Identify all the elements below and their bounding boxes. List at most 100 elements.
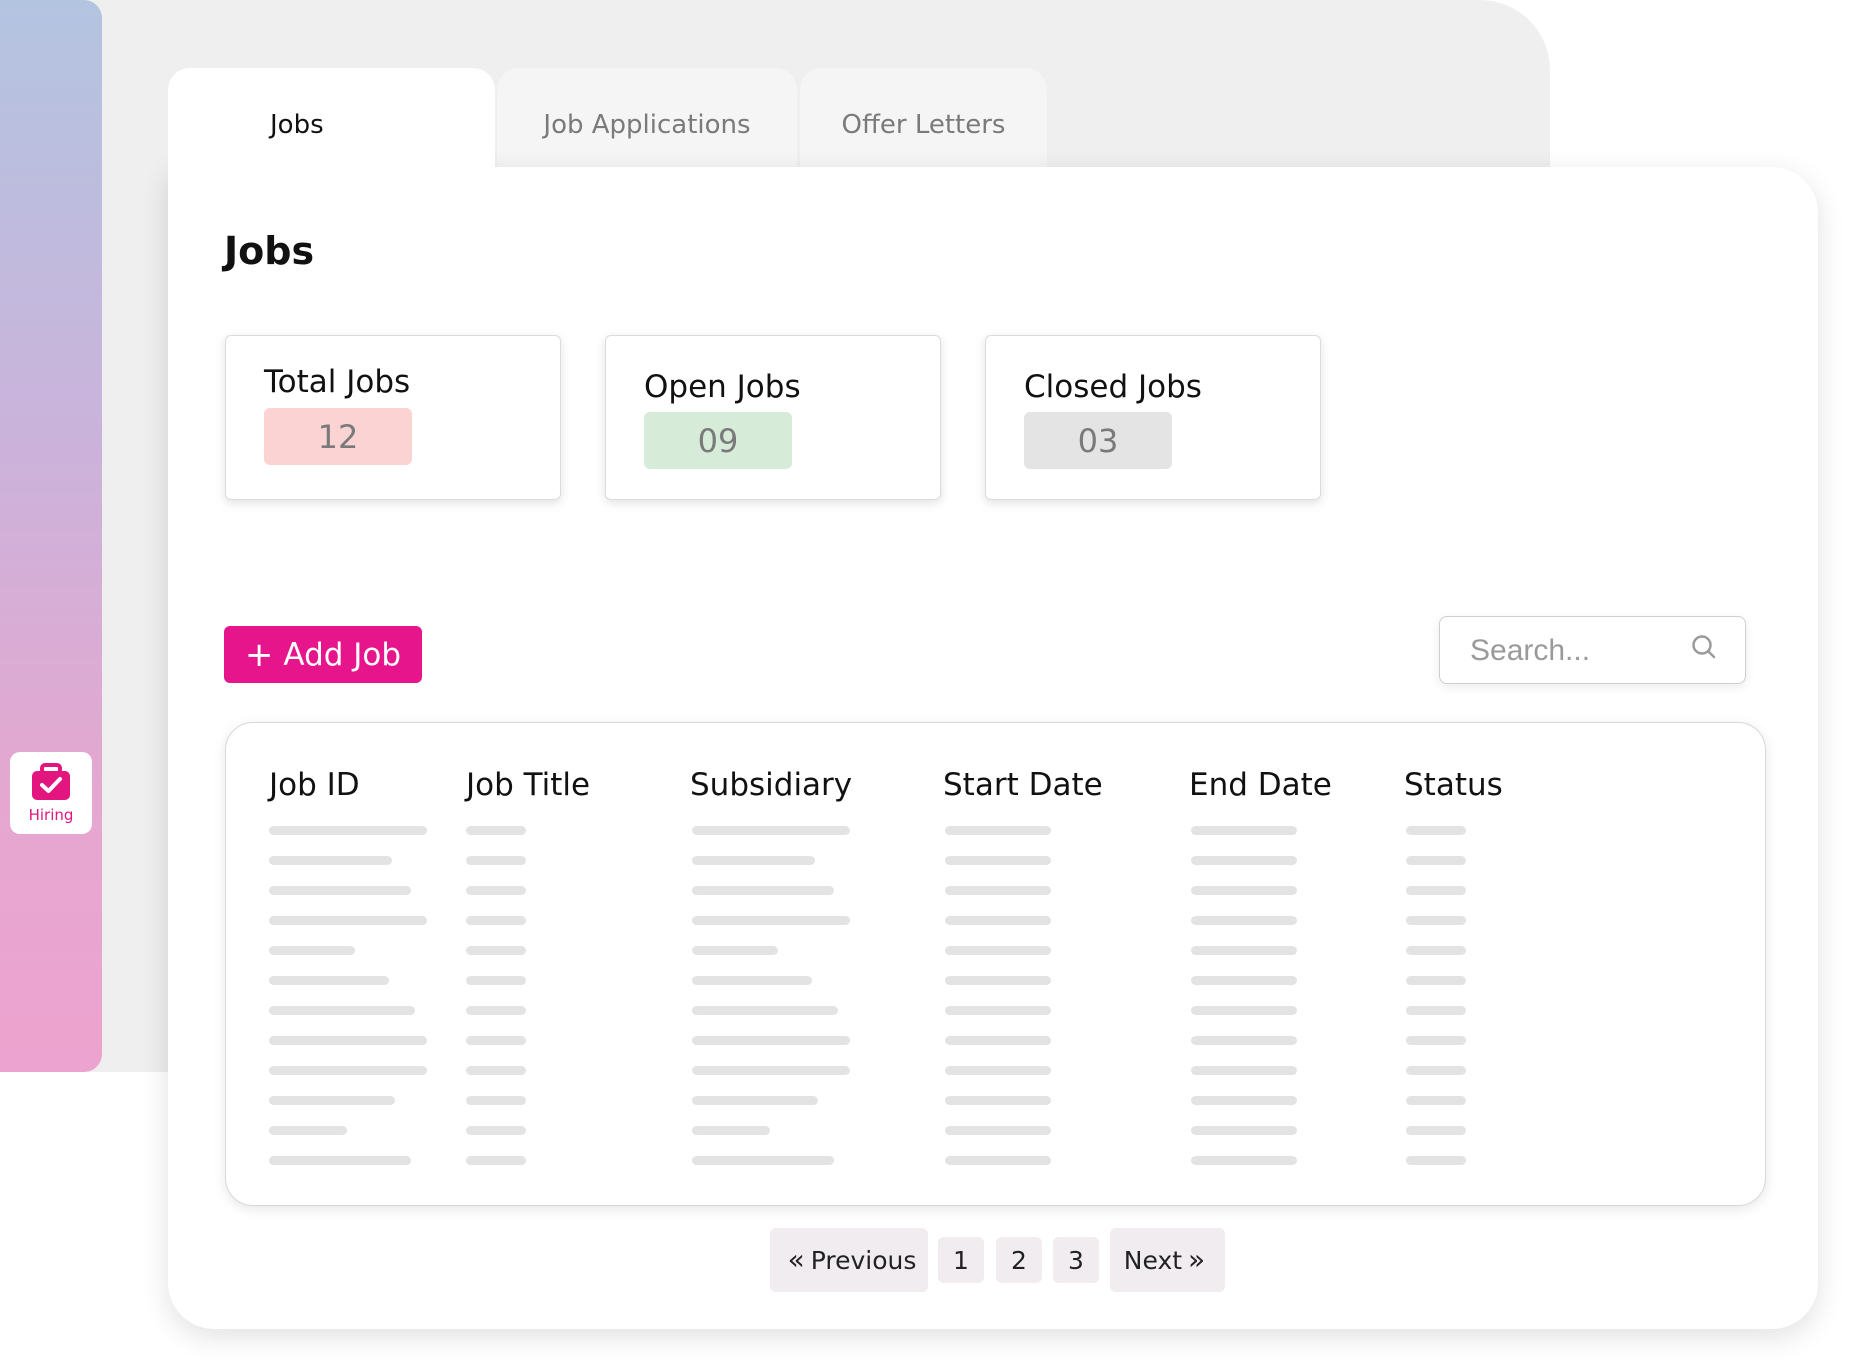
placeholder-line — [945, 826, 1051, 835]
placeholder-line — [466, 1126, 526, 1135]
page-title: Jobs — [224, 229, 315, 273]
placeholder-line — [269, 976, 389, 985]
placeholder-line — [466, 826, 526, 835]
placeholder-line — [466, 1156, 526, 1165]
placeholder-line — [1191, 886, 1297, 895]
placeholder-line — [945, 1036, 1051, 1045]
tab-offer-letters[interactable]: Offer Letters — [800, 68, 1047, 172]
stat-label: Open Jobs — [644, 369, 801, 405]
tab-jobs[interactable]: Jobs — [168, 68, 495, 172]
placeholder-line — [269, 826, 427, 835]
placeholder-line — [692, 886, 834, 895]
placeholder-line — [1406, 976, 1466, 985]
placeholder-line — [692, 1006, 838, 1015]
double-chevron-left-icon: « — [787, 1243, 805, 1276]
placeholder-line — [945, 916, 1051, 925]
placeholder-line — [1406, 1006, 1466, 1015]
placeholder-line — [1406, 886, 1466, 895]
placeholder-line — [269, 1006, 415, 1015]
placeholder-line — [269, 916, 427, 925]
main-card: Jobs Total Jobs 12 Open Jobs 09 Closed J… — [168, 167, 1818, 1329]
placeholder-line — [1406, 916, 1466, 925]
placeholder-line — [692, 976, 812, 985]
placeholder-line — [1406, 826, 1466, 835]
page-button-2[interactable]: 2 — [996, 1237, 1042, 1283]
placeholder-line — [1406, 1066, 1466, 1075]
placeholder-line — [692, 1156, 834, 1165]
placeholder-line — [692, 1126, 770, 1135]
search-box — [1439, 616, 1746, 684]
placeholder-column — [466, 826, 526, 1186]
placeholder-column — [692, 826, 850, 1186]
placeholder-line — [1191, 1126, 1297, 1135]
column-header-job-title[interactable]: Job Title — [466, 767, 590, 803]
placeholder-line — [1191, 856, 1297, 865]
next-label: Next — [1123, 1245, 1183, 1275]
placeholder-line — [466, 946, 526, 955]
plus-icon: + — [244, 634, 274, 675]
double-chevron-right-icon: » — [1188, 1243, 1206, 1276]
placeholder-line — [1191, 1036, 1297, 1045]
placeholder-line — [945, 1006, 1051, 1015]
placeholder-line — [1406, 1036, 1466, 1045]
sidebar: Hiring — [0, 0, 102, 1072]
stat-label: Closed Jobs — [1024, 369, 1202, 405]
jobs-table: Job ID Job Title Subsidiary Start Date E… — [225, 722, 1766, 1206]
placeholder-line — [269, 1156, 411, 1165]
placeholder-line — [466, 1006, 526, 1015]
tab-job-applications[interactable]: Job Applications — [497, 68, 797, 172]
placeholder-line — [945, 856, 1051, 865]
column-header-subsidiary[interactable]: Subsidiary — [690, 767, 852, 803]
page-button-1[interactable]: 1 — [938, 1237, 984, 1283]
placeholder-line — [1191, 946, 1297, 955]
placeholder-line — [945, 1156, 1051, 1165]
page-button-3[interactable]: 3 — [1053, 1237, 1099, 1283]
placeholder-line — [466, 1066, 526, 1075]
placeholder-line — [466, 1096, 526, 1105]
placeholder-line — [692, 826, 850, 835]
stat-label: Total Jobs — [264, 364, 411, 400]
search-input[interactable] — [1470, 631, 1690, 671]
placeholder-line — [1191, 916, 1297, 925]
stat-card-total-jobs: Total Jobs 12 — [225, 335, 561, 500]
placeholder-line — [945, 886, 1051, 895]
stat-value: 09 — [644, 412, 792, 469]
placeholder-line — [1406, 1126, 1466, 1135]
stat-value: 12 — [264, 408, 412, 465]
placeholder-line — [466, 1036, 526, 1045]
placeholder-line — [692, 916, 850, 925]
placeholder-line — [945, 1066, 1051, 1075]
placeholder-line — [269, 856, 392, 865]
placeholder-line — [269, 1126, 347, 1135]
column-header-start-date[interactable]: Start Date — [943, 767, 1103, 803]
sidebar-item-hiring[interactable]: Hiring — [10, 752, 92, 834]
placeholder-line — [692, 1036, 850, 1045]
placeholder-line — [1191, 976, 1297, 985]
placeholder-line — [1191, 826, 1297, 835]
add-job-button[interactable]: + Add Job — [224, 626, 422, 683]
previous-page-button[interactable]: « Previous — [770, 1228, 928, 1292]
previous-label: Previous — [810, 1245, 917, 1275]
stat-value: 03 — [1024, 412, 1172, 469]
stat-card-closed-jobs: Closed Jobs 03 — [985, 335, 1321, 500]
app-stage: Hiring Jobs Job Applications Offer Lette… — [0, 0, 1852, 1363]
search-icon[interactable] — [1690, 633, 1718, 663]
column-header-end-date[interactable]: End Date — [1189, 767, 1332, 803]
placeholder-line — [945, 1126, 1051, 1135]
placeholder-line — [1191, 1066, 1297, 1075]
placeholder-line — [269, 1036, 427, 1045]
briefcase-check-icon — [32, 763, 70, 800]
placeholder-line — [269, 886, 411, 895]
column-header-status[interactable]: Status — [1404, 767, 1503, 803]
column-header-job-id[interactable]: Job ID — [269, 767, 360, 803]
placeholder-column — [945, 826, 1051, 1186]
placeholder-line — [692, 856, 815, 865]
next-page-button[interactable]: Next » — [1110, 1228, 1225, 1292]
placeholder-line — [692, 1096, 818, 1105]
placeholder-line — [1406, 1156, 1466, 1165]
placeholder-line — [692, 946, 778, 955]
placeholder-column — [1191, 826, 1297, 1186]
stat-card-open-jobs: Open Jobs 09 — [605, 335, 941, 500]
placeholder-column — [269, 826, 427, 1186]
placeholder-line — [466, 856, 526, 865]
